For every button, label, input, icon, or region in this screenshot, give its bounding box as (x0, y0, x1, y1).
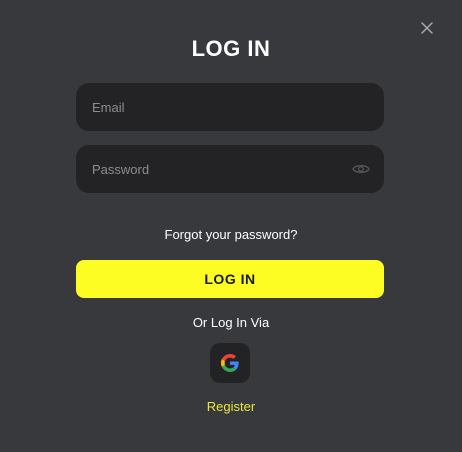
email-input[interactable] (76, 83, 384, 131)
close-button[interactable] (419, 20, 435, 36)
close-icon (421, 22, 433, 34)
login-button[interactable]: LOG IN (76, 260, 384, 298)
login-modal: LOG IN Forgot your password? LOG IN Or L… (0, 0, 462, 452)
google-icon (221, 354, 239, 372)
register-link[interactable]: Register (0, 399, 462, 414)
google-login-button[interactable] (210, 343, 250, 383)
email-field-container (76, 83, 384, 131)
modal-title: LOG IN (191, 36, 271, 61)
password-input[interactable] (76, 145, 384, 193)
eye-icon[interactable] (352, 162, 370, 176)
social-login-label: Or Log In Via (192, 315, 270, 330)
password-field-container (76, 145, 384, 193)
forgot-password-link[interactable]: Forgot your password? (0, 227, 462, 242)
